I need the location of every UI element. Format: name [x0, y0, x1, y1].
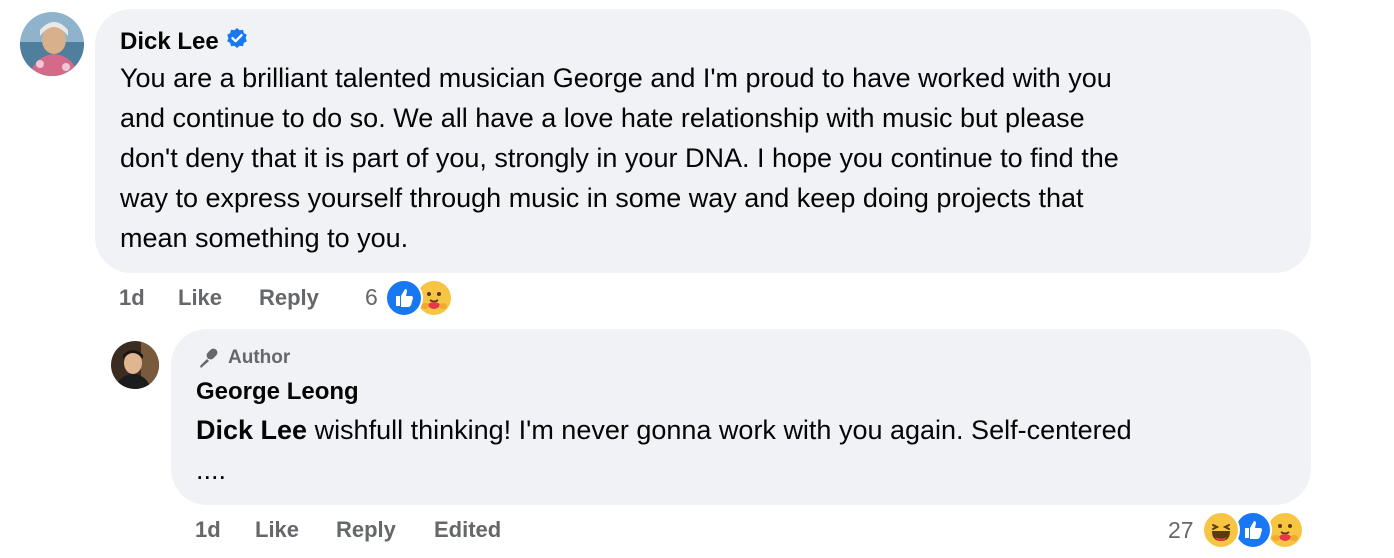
comment-line: mean something to you.: [120, 223, 409, 253]
comment-bubble: Dick Lee You are a brilliant talented mu…: [95, 9, 1311, 273]
comment-line: and continue to do so. We all have a lov…: [120, 103, 1085, 133]
comment-reactions[interactable]: 6: [365, 278, 465, 318]
microphone-icon: [196, 346, 220, 370]
comment-author-name[interactable]: Dick Lee: [120, 28, 219, 56]
reply-reply-button[interactable]: Reply: [336, 517, 396, 543]
reply-line: ....: [196, 455, 227, 485]
reply-author-name[interactable]: George Leong: [196, 378, 359, 406]
author-badge-label: Author: [228, 347, 291, 368]
reply-text: Dick Lee wishfull thinking! I'm never go…: [196, 410, 1296, 490]
comment-line: don't deny that it is part of you, stron…: [120, 143, 1119, 173]
reply-bubble: Author George Leong Dick Lee wishfull th…: [171, 329, 1311, 505]
reply-like-button[interactable]: Like: [255, 517, 299, 543]
comment-line: way to express yourself through music in…: [120, 183, 1084, 213]
reply-line-text: wishfull thinking! I'm never gonna work …: [307, 415, 1132, 445]
comment-author[interactable]: Dick Lee: [120, 27, 249, 56]
comment-reaction-count: 6: [365, 284, 378, 310]
haha-reaction-icon: [1202, 511, 1240, 549]
avatar-dick-lee[interactable]: [20, 12, 84, 76]
comment-line: You are a brilliant talented musician Ge…: [120, 63, 1112, 93]
comment-timestamp[interactable]: 1d: [119, 285, 145, 311]
reply-reactions[interactable]: 27: [1168, 510, 1308, 550]
comment-text: You are a brilliant talented musician Ge…: [120, 58, 1300, 258]
comment-like-button[interactable]: Like: [178, 285, 222, 311]
avatar-george-leong[interactable]: [111, 341, 159, 389]
reply-timestamp[interactable]: 1d: [195, 517, 221, 543]
reply-actions: 1d Like Reply Edited: [195, 517, 535, 543]
reply-line: Dick Lee wishfull thinking! I'm never go…: [196, 410, 1296, 450]
comment-reply-button[interactable]: Reply: [259, 285, 319, 311]
mention-link[interactable]: Dick Lee: [196, 415, 307, 445]
reply-reaction-count: 27: [1168, 517, 1194, 543]
edited-label[interactable]: Edited: [434, 517, 501, 543]
like-reaction-icon: [385, 279, 423, 317]
author-badge: Author: [196, 346, 290, 370]
verified-badge-icon: [225, 27, 249, 56]
